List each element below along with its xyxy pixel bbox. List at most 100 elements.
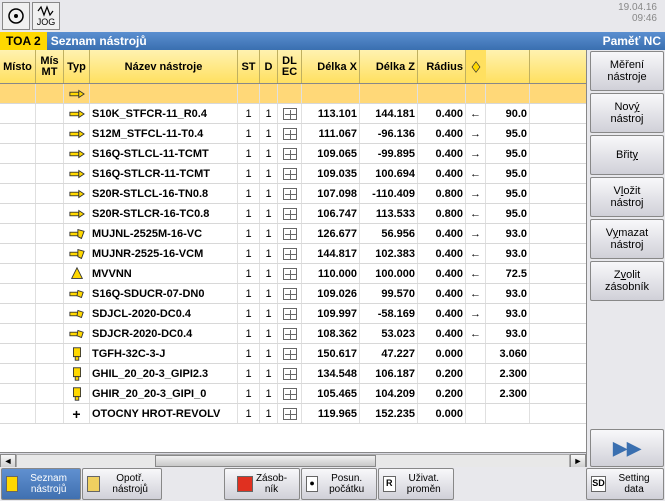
delete-tool-button[interactable]: Vymazatnástroj [590,219,664,259]
cell-rad: 0.800 [418,204,466,223]
jog-icon[interactable]: JOG [32,2,60,30]
cell-d: 1 [260,144,278,163]
offset-tab[interactable]: ● Posun. počátku [301,468,377,500]
tool-list-tab[interactable]: Seznam nástrojů [1,468,81,500]
tool-wear-tab[interactable]: Opotř. nástrojů [82,468,162,500]
cell-mismt [36,364,64,383]
cell-rad: 0.000 [418,404,466,423]
cell-dz: 100.000 [360,264,418,283]
table-row[interactable]: MUJNR-2525-16-VCM11144.817102.3830.400←9… [0,244,586,264]
new-tool-button[interactable]: Novýnástroj [590,93,664,133]
table-row[interactable]: GHIR_20_20-3_GIPI_011105.465104.2090.200… [0,384,586,404]
cell-d: 1 [260,244,278,263]
cell-name: S12M_STFCL-11-T0.4 [90,124,238,143]
cell-val: 93.0 [486,304,530,323]
jog-label: JOG [37,17,56,27]
cell-name: MVVNN [90,264,238,283]
cell-misto [0,364,36,383]
table-row[interactable]: SDJCR-2020-DC0.411108.36253.0230.400←93.… [0,324,586,344]
table-body[interactable]: S10K_STFCR-11_R0.411113.101144.1810.400←… [0,84,586,452]
edges-button[interactable]: Břity [590,135,664,175]
cell-d: 1 [260,324,278,343]
col-dx: Délka X [302,50,360,83]
cell-val: 90.0 [486,104,530,123]
table-row[interactable]: +OTOCNY HROT-REVOLV11119.965152.2350.000 [0,404,586,424]
table-row[interactable]: MUJNL-2525M-16-VC11126.67756.9560.400→93… [0,224,586,244]
cell-arrow: → [466,184,486,203]
table-row[interactable]: S16Q-SDUCR-07-DN011109.02699.5700.400←93… [0,284,586,304]
cell-d: 1 [260,224,278,243]
col-st: ST [238,50,260,83]
cell-val: 2.300 [486,364,530,383]
cell-name: S16Q-STLCR-11-TCMT [90,164,238,183]
cell-mismt [36,244,64,263]
cell-typ [64,264,90,283]
cell-d: 1 [260,184,278,203]
cell-val: 95.0 [486,204,530,223]
table-row[interactable]: S16Q-STLCL-11-TCMT11109.065-99.8950.400→… [0,144,586,164]
table-row[interactable]: SDJCL-2020-DC0.411109.997-58.1690.400→93… [0,304,586,324]
scroll-right-button[interactable]: ► [570,454,586,468]
table-row[interactable]: S12M_STFCL-11-T0.411111.067-96.1360.400→… [0,124,586,144]
cell-misto [0,224,36,243]
cell-name: S10K_STFCR-11_R0.4 [90,104,238,123]
scroll-thumb[interactable] [155,455,376,467]
cell-mismt [36,404,64,423]
cell-dlec [278,164,302,183]
cell-arrow: ← [466,204,486,223]
cell-d: 1 [260,384,278,403]
cell-rad: 0.400 [418,224,466,243]
cell-dz: 56.956 [360,224,418,243]
cell-d: 1 [260,264,278,283]
cell-dz: 99.570 [360,284,418,303]
scroll-left-button[interactable]: ◄ [0,454,16,468]
uservar-tab[interactable]: R Uživat. proměn [378,468,454,500]
cell-dlec [278,324,302,343]
table-row[interactable]: S20R-STLCR-16-TC0.811106.747113.5330.800… [0,204,586,224]
cell-d: 1 [260,104,278,123]
cell-mismt [36,84,64,103]
cell-misto [0,184,36,203]
cell-dlec [278,224,302,243]
table-row[interactable]: MVVNN11110.000100.0000.400←72.5 [0,264,586,284]
select-magazine-button[interactable]: Zvolitzásobník [590,261,664,301]
cell-st [238,84,260,103]
cell-dz: 144.181 [360,104,418,123]
table-row[interactable]: S20R-STLCL-16-TN0.811107.098-110.4090.80… [0,184,586,204]
cell-typ [64,224,90,243]
measure-tool-button[interactable]: Měření nástroje [590,51,664,91]
table-row[interactable]: TGFH-32C-3-J11150.61747.2270.0003.060 [0,344,586,364]
magazine-tab[interactable]: Zásob- ník [224,468,300,500]
insert-tool-button[interactable]: Vložitnástroj [590,177,664,217]
uservar-icon: R [383,476,396,492]
horizontal-scrollbar[interactable]: ◄ ► [0,452,586,468]
cell-d [260,84,278,103]
cell-d: 1 [260,344,278,363]
cell-dlec [278,384,302,403]
cell-dz: -58.169 [360,304,418,323]
col-typ: Typ [64,50,90,83]
cell-dx: 111.067 [302,124,360,143]
cell-dx: 119.965 [302,404,360,423]
cell-arrow: → [466,124,486,143]
cell-mismt [36,184,64,203]
cell-st: 1 [238,384,260,403]
table-row[interactable] [0,84,586,104]
table-row[interactable]: S16Q-STLCR-11-TCMT11109.035100.6940.400←… [0,164,586,184]
table-row[interactable]: S10K_STFCR-11_R0.411113.101144.1810.400←… [0,104,586,124]
cell-dlec [278,364,302,383]
cell-name: TGFH-32C-3-J [90,344,238,363]
col-mismt: Mís MT [36,50,64,83]
cell-rad: 0.400 [418,144,466,163]
cell-val: 72.5 [486,264,530,283]
cell-dx: 134.548 [302,364,360,383]
cell-typ [64,344,90,363]
setting-data-tab[interactable]: SD Setting data [586,468,664,500]
machine-icon[interactable] [2,2,30,30]
more-button[interactable]: ▶▶ [590,429,664,467]
cell-typ [64,324,90,343]
cell-mismt [36,144,64,163]
table-row[interactable]: GHIL_20_20-3_GIPI2.311134.548106.1870.20… [0,364,586,384]
cell-mismt [36,384,64,403]
cell-dlec [278,104,302,123]
